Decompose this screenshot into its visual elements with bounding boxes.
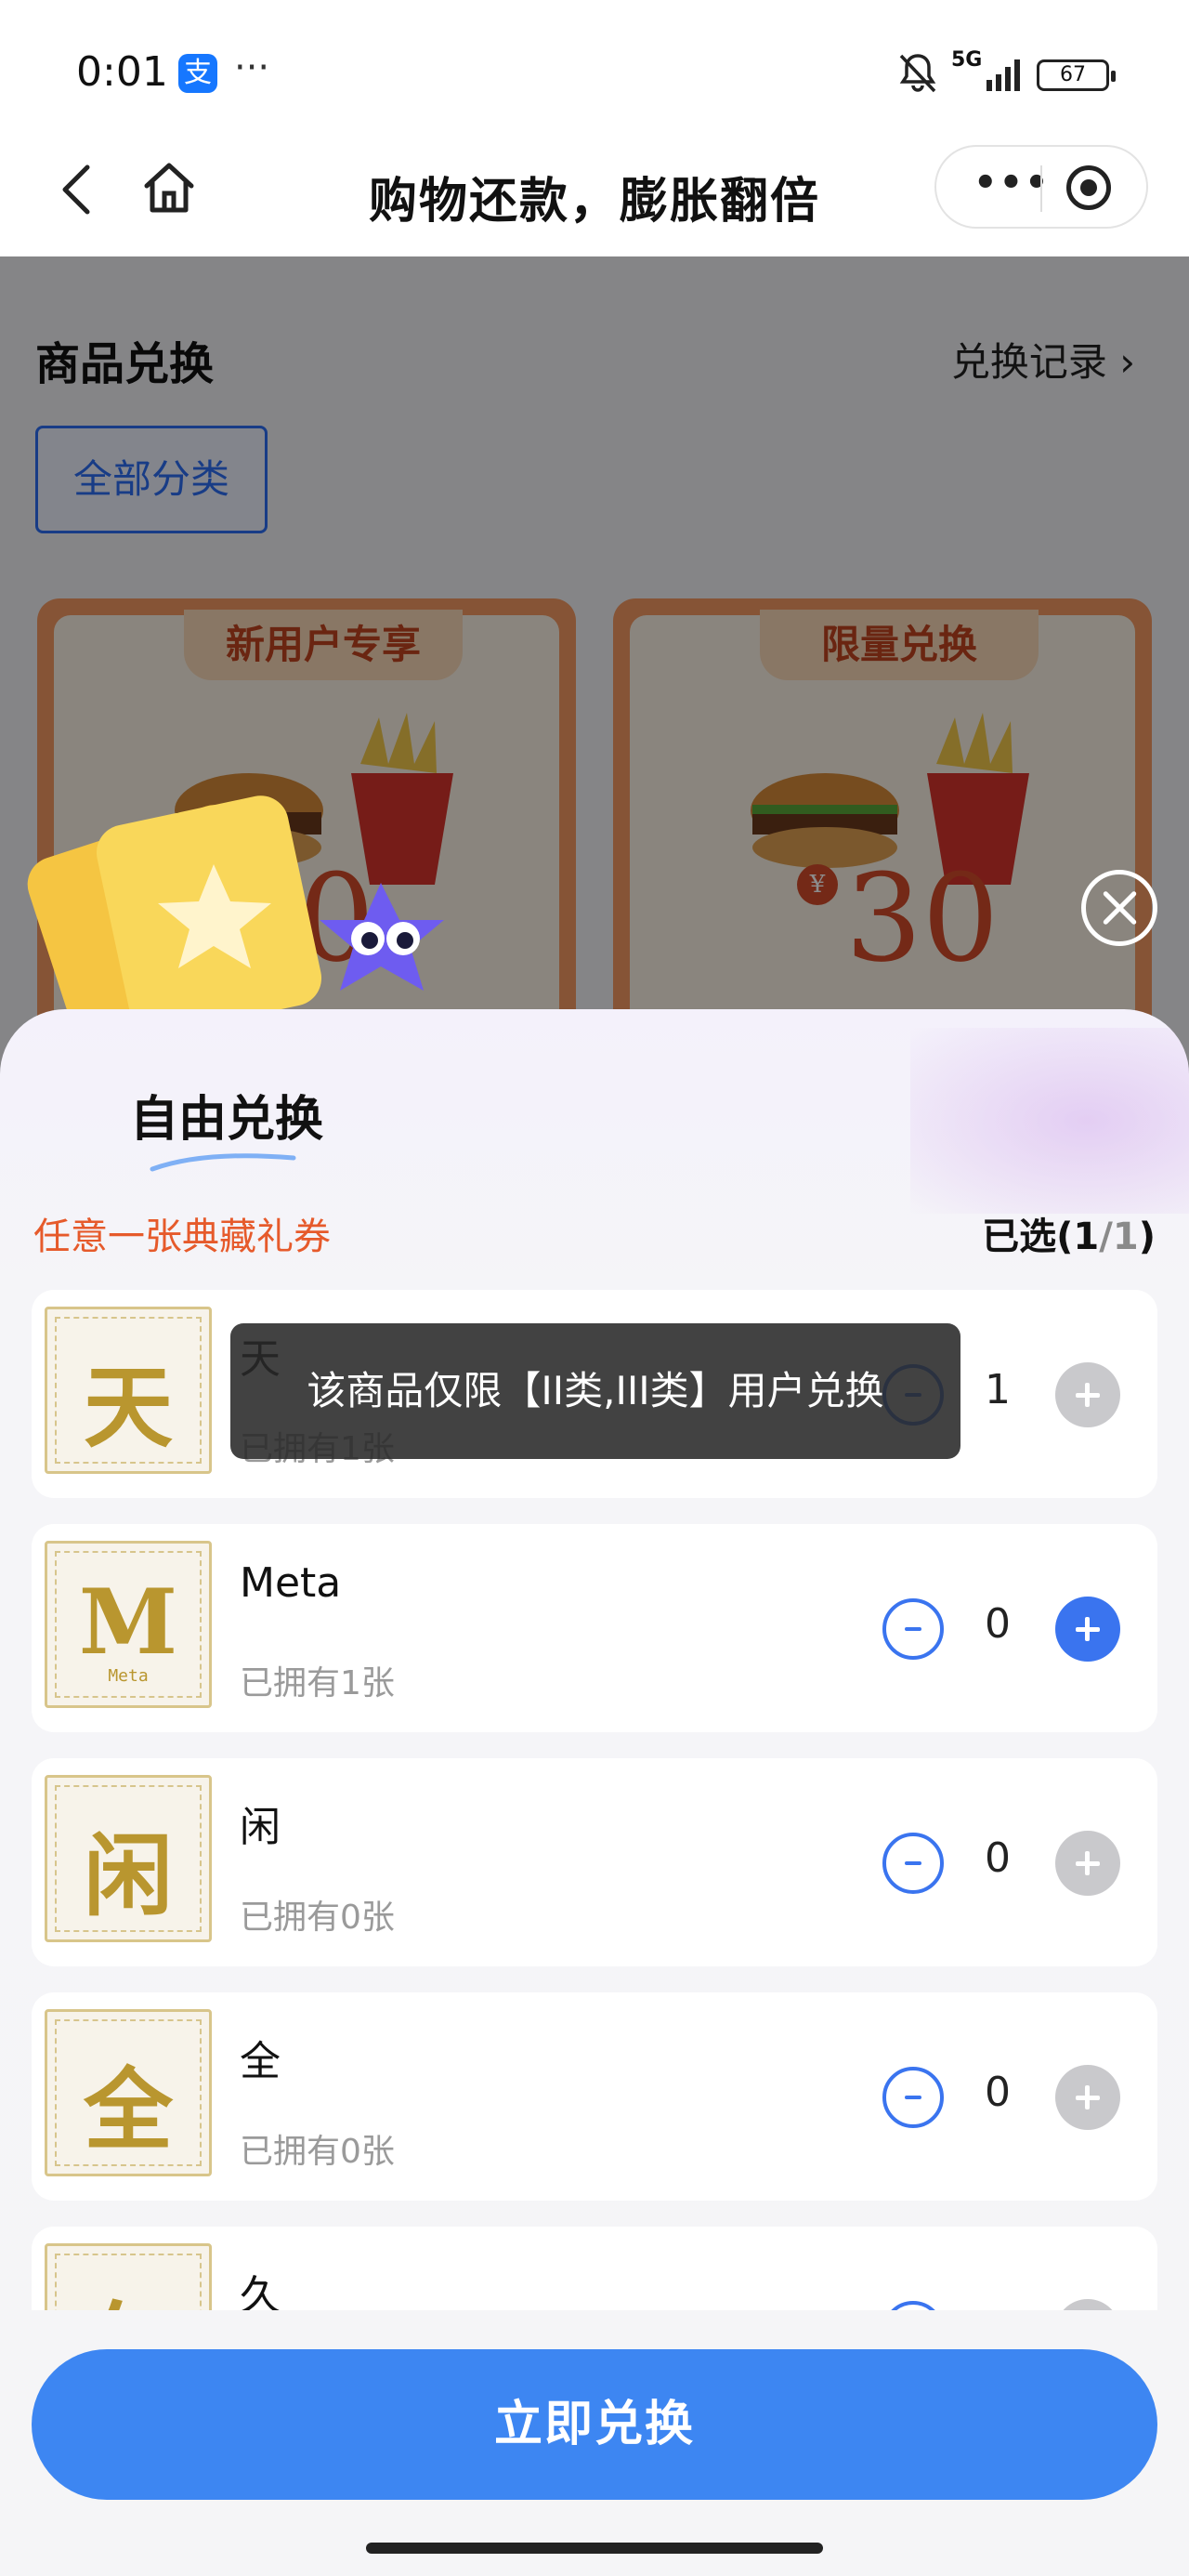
selected-count: 1 xyxy=(1073,1216,1100,1258)
voucher-thumbnail: 天 xyxy=(45,1307,212,1474)
voucher-owned: 已拥有0张 xyxy=(240,1899,395,1937)
quantity-value: 0 xyxy=(985,2069,1011,2116)
selected-total: 1 xyxy=(1112,1216,1139,1258)
list-item: M Meta Meta 已拥有1张 0 xyxy=(32,1524,1157,1732)
decorative-glow xyxy=(910,1028,1189,1214)
restriction-toast: 该商品仅限【II类,III类】用户兑换 xyxy=(230,1323,960,1459)
status-more-icon: ··· xyxy=(234,46,270,89)
section-label: 任意一张典藏礼券 xyxy=(33,1216,331,1258)
close-sheet-button[interactable] xyxy=(1081,870,1157,946)
voucher-owned: 已拥有0张 xyxy=(240,2133,395,2171)
increase-button[interactable] xyxy=(1055,1831,1120,1896)
decrease-button[interactable] xyxy=(882,1598,944,1660)
redeem-now-button[interactable]: 立即兑换 xyxy=(32,2349,1157,2500)
status-bar: 0:01 支 ··· 5G 67 xyxy=(0,0,1189,139)
voucher-thumbnail: 久 xyxy=(45,2243,212,2310)
voucher-name: Meta xyxy=(240,1559,342,1607)
increase-button[interactable] xyxy=(1055,2299,1120,2310)
voucher-thumbnail: 全 xyxy=(45,2009,212,2176)
close-miniapp-icon[interactable] xyxy=(1066,165,1111,210)
selected-counter: 已选(1/1) xyxy=(982,1206,1156,1260)
increase-button[interactable] xyxy=(1055,2065,1120,2130)
list-item: 久 久 xyxy=(32,2227,1157,2310)
miniapp-capsule: ••• xyxy=(934,145,1148,229)
voucher-name: 闲 xyxy=(240,1804,281,1851)
list-item: 闲 闲 已拥有0张 0 xyxy=(32,1758,1157,1966)
home-indicator[interactable] xyxy=(366,2543,823,2554)
list-item: 全 全 已拥有0张 0 xyxy=(32,1992,1157,2201)
nav-bar: 购物还款，膨胀翻倍 ••• xyxy=(0,139,1189,256)
title-underline-decoration xyxy=(150,1153,296,1172)
alipay-icon: 支 xyxy=(178,54,217,93)
voucher-glyph: M xyxy=(78,1570,178,1675)
signal-icon xyxy=(986,59,1020,91)
exchange-sheet: 自由兑换 任意一张典藏礼券 已选(1/1) 天 天 已拥有1张 1 M Meta… xyxy=(0,1009,1189,2576)
quantity-value: 0 xyxy=(985,1834,1011,1882)
sheet-title: 自由兑换 xyxy=(130,1092,324,1148)
voucher-owned: 已拥有1张 xyxy=(240,1664,395,1702)
increase-button[interactable] xyxy=(1055,1597,1120,1662)
voucher-glyph: 天 xyxy=(84,1355,173,1460)
quantity-value: 0 xyxy=(985,1600,1011,1648)
status-time: 0:01 xyxy=(76,48,168,96)
ticket-mascot-icon xyxy=(27,795,444,1032)
selected-separator: / xyxy=(1099,1216,1113,1258)
voucher-glyph-caption: Meta xyxy=(108,1666,149,1686)
mute-bell-icon xyxy=(899,54,936,93)
selected-prefix: 已选( xyxy=(982,1216,1074,1258)
selected-suffix: ) xyxy=(1138,1216,1156,1258)
voucher-glyph: 全 xyxy=(84,2057,173,2162)
quantity-value: 1 xyxy=(985,1366,1011,1413)
voucher-thumbnail: M Meta xyxy=(45,1541,212,1708)
voucher-glyph: 闲 xyxy=(84,1823,173,1928)
increase-button[interactable] xyxy=(1055,1362,1120,1427)
voucher-glyph: 久 xyxy=(47,2272,209,2310)
voucher-thumbnail: 闲 xyxy=(45,1775,212,1942)
voucher-name: 全 xyxy=(240,2038,281,2085)
decrease-button[interactable] xyxy=(882,2301,944,2310)
decrease-button[interactable] xyxy=(882,1833,944,1894)
battery-icon: 67 xyxy=(1037,59,1116,91)
decrease-button[interactable] xyxy=(882,2067,944,2128)
voucher-name: 久 xyxy=(240,2272,281,2310)
more-icon[interactable]: ••• xyxy=(973,162,1051,204)
capsule-divider xyxy=(1040,165,1042,212)
